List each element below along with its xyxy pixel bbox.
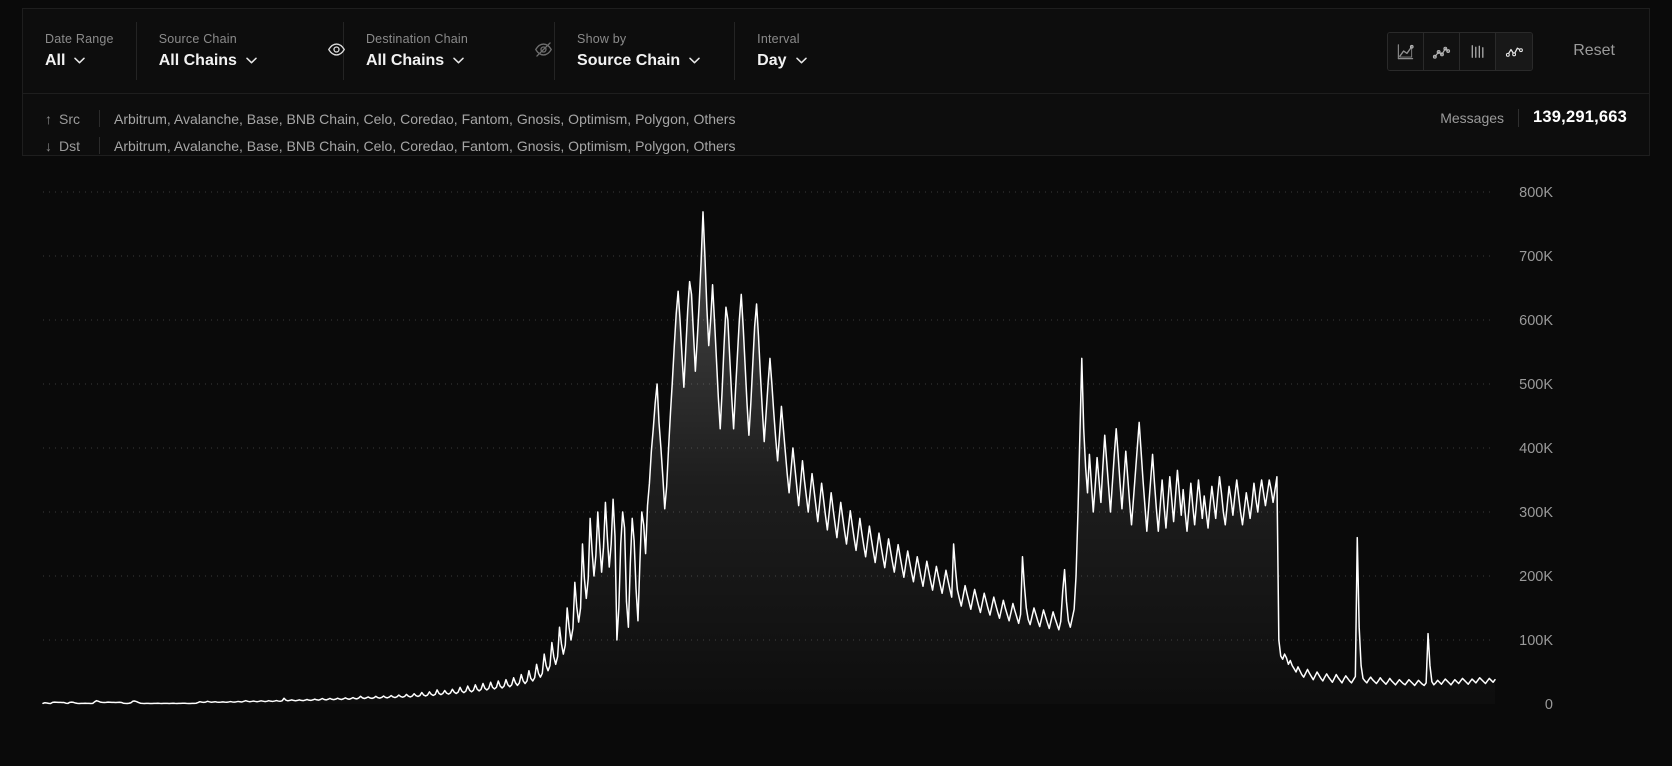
filter-show-by[interactable]: Show by Source Chain [554,22,734,80]
eye-icon [327,40,346,62]
filter-label: Date Range [45,32,114,47]
y-axis-tick-label: 800K [1519,185,1553,201]
filter-label: Show by [577,32,627,47]
analytics-dashboard: Date Range All Source Chain All Chains D… [0,0,1672,766]
chevron-down-icon [795,57,807,64]
chevron-down-icon [689,57,700,64]
filter-label: Destination Chain [365,32,469,47]
y-axis-tick-label: 300K [1519,505,1553,521]
messages-chart[interactable]: 800K 700K 600K 500K 400K 300K 200K 100K 0 [0,160,1672,766]
scatter-line-chart-icon [1432,42,1451,61]
route-summary: ↑ Src Arbitrum, Avalanche, Base, BNB Cha… [23,94,1649,169]
chevron-down-icon [246,57,257,64]
arrow-down-icon: ↓ [45,137,52,154]
chart-area-fill [43,211,1495,704]
scatter-line-chart-icon-button[interactable] [1424,32,1461,70]
route-row-src: ↑ Src Arbitrum, Avalanche, Base, BNB Cha… [23,105,1649,132]
divider [99,110,100,127]
y-axis-tick-label: 200K [1519,569,1553,585]
chevron-down-icon [74,57,86,64]
filter-value: All [45,51,66,69]
chart-mode-group [1387,31,1534,71]
filter-value: Day [757,51,787,69]
filter-label: Interval [757,32,800,47]
filter-date-range[interactable]: Date Range All [23,22,136,80]
eye-off-icon [534,40,553,62]
src-tag: Src [59,110,80,127]
area-chart-icon-button[interactable] [1388,32,1425,70]
area-chart-icon [1396,42,1415,61]
source-chain-visibility-toggle[interactable] [324,39,348,63]
y-axis-tick-label: 0 [1545,697,1553,713]
y-axis-tick-label: 100K [1519,633,1553,649]
bar-chart-icon-button[interactable] [1460,32,1497,70]
divider [1518,108,1520,127]
divider [99,137,100,154]
y-axis-tick-label: 600K [1519,313,1553,329]
filter-label: Source Chain [158,32,237,47]
filter-destination-chain[interactable]: Destination Chain All Chains [342,22,554,80]
chevron-down-icon [453,57,464,64]
messages-value: 139,291,663 [1533,108,1627,126]
bar-chart-icon [1468,42,1487,61]
y-axis-tick-label: 400K [1519,441,1553,457]
src-chain-list: Arbitrum, Avalanche, Base, BNB Chain, Ce… [114,110,736,127]
filter-value: All Chains [365,51,445,69]
filter-value: Source Chain [577,51,681,69]
filter-interval[interactable]: Interval Day [734,22,828,80]
filters-card: Date Range All Source Chain All Chains D… [22,8,1650,156]
chart-canvas[interactable]: 800K 700K 600K 500K 400K 300K 200K 100K 0 [0,160,1672,766]
filters-toolbar: Date Range All Source Chain All Chains D… [23,9,1649,94]
destination-chain-visibility-toggle[interactable] [531,39,555,63]
line-chart-icon [1505,42,1524,61]
dst-tag: Dst [59,137,80,154]
messages-metric: Messages 139,291,663 [1440,108,1627,127]
arrow-up-icon: ↑ [45,110,52,127]
reset-button[interactable]: Reset [1567,41,1621,61]
route-row-dst: ↓ Dst Arbitrum, Avalanche, Base, BNB Cha… [23,132,1649,159]
line-chart-icon-button[interactable] [1496,32,1533,70]
filter-value: All Chains [158,51,237,69]
y-axis-tick-label: 700K [1519,249,1553,265]
messages-label: Messages [1440,109,1505,126]
dst-chain-list: Arbitrum, Avalanche, Base, BNB Chain, Ce… [114,137,736,154]
y-axis-tick-label: 500K [1519,377,1553,393]
filter-source-chain[interactable]: Source Chain All Chains [135,22,343,80]
